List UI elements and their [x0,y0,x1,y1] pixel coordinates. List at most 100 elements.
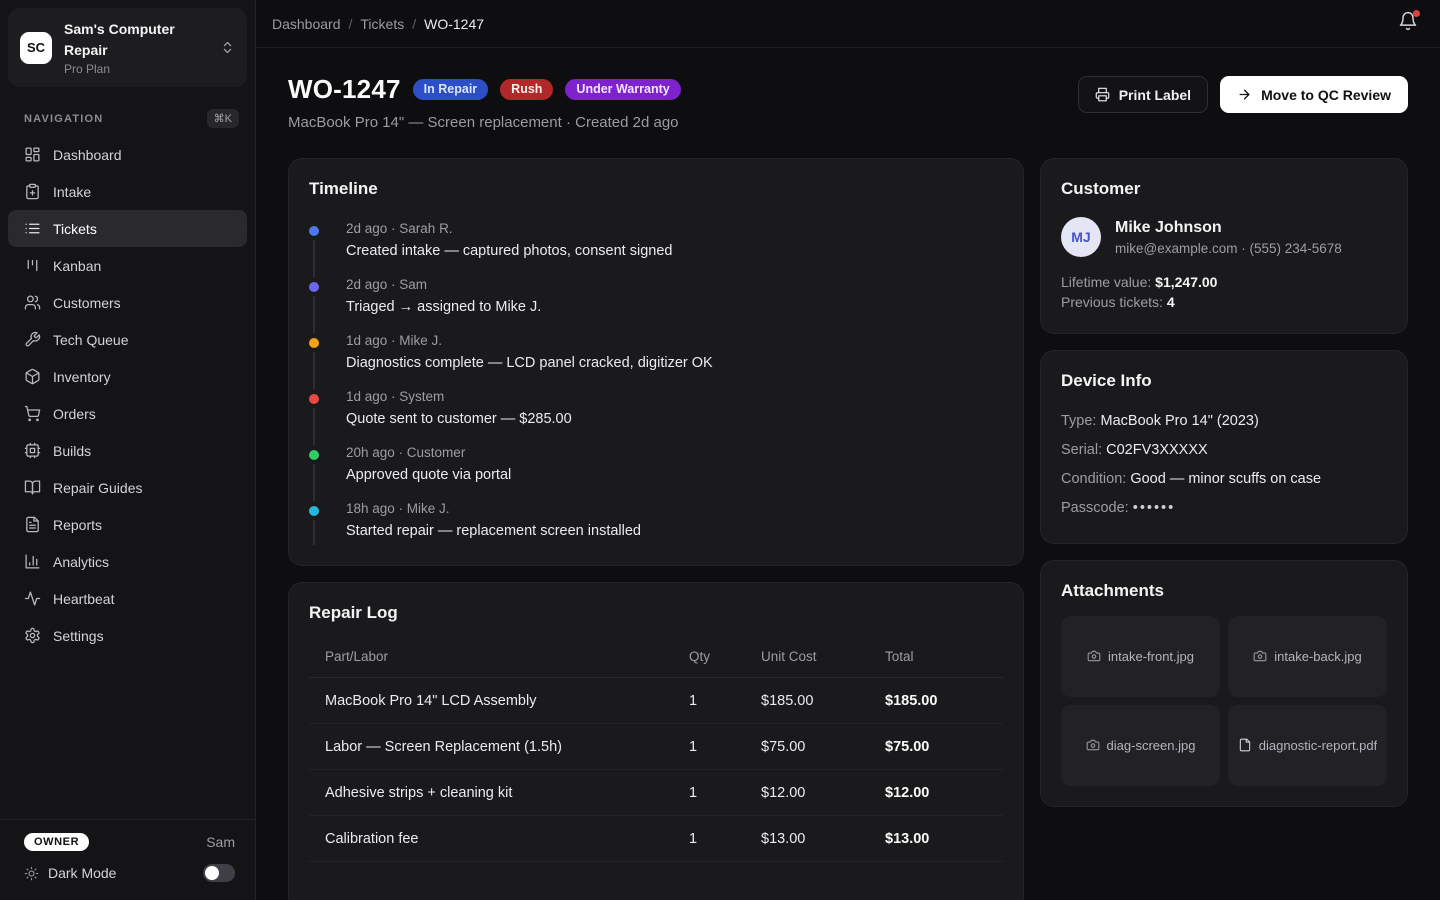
timeline-event: 1d ago · Mike J.Diagnostics complete — L… [309,333,1003,389]
timeline-title: Timeline [309,179,1003,199]
table-header-row: Part/Labor Qty Unit Cost Total [309,637,1003,678]
nav-label: Intake [53,184,91,200]
dashboard-icon [24,146,41,163]
sidebar-item-customers[interactable]: Customers [8,284,247,321]
print-label-text: Print Label [1119,87,1191,103]
cell-part: Labor — Screen Replacement (1.5h) [309,724,689,770]
attachment-diag-screen[interactable]: diag-screen.jpg [1061,705,1220,786]
breadcrumb-separator: / [412,16,416,32]
cell-part: Adhesive strips + cleaning kit [309,770,689,816]
sidebar-item-tech-queue[interactable]: Tech Queue [8,321,247,358]
table-row: Calibration fee 1 $13.00 $13.00 [309,816,1003,862]
sidebar-item-intake[interactable]: Intake [8,173,247,210]
column-part-labor: Part/Labor [309,637,689,678]
sidebar-item-tickets[interactable]: Tickets [8,210,247,247]
table-row: Labor — Screen Replacement (1.5h) 1 $75.… [309,724,1003,770]
breadcrumb-current: WO-1247 [424,16,484,32]
nav-label: Tickets [53,221,97,237]
sidebar-item-kanban[interactable]: Kanban [8,247,247,284]
right-column: Customer MJ Mike Johnson mike@example.co… [1040,158,1408,807]
sidebar-spacer [0,654,255,819]
left-column: Timeline 2d ago · Sarah R.Created intake… [288,158,1024,900]
cell-qty: 1 [689,770,761,816]
cell-total: $13.00 [885,816,1003,862]
status-badge-rush: Rush [500,79,553,100]
notifications-button[interactable] [1398,11,1418,36]
package-icon [24,368,41,385]
move-to-qc-button[interactable]: Move to QC Review [1220,76,1408,113]
attachments-title: Attachments [1061,581,1387,601]
device-type-value: MacBook Pro 14" (2023) [1101,413,1259,429]
breadcrumb-dashboard[interactable]: Dashboard [272,16,341,32]
device-passcode-row: Passcode: •••••• [1061,494,1387,523]
device-info-title: Device Info [1061,371,1387,391]
status-badge-in-repair: In Repair [413,79,489,100]
sidebar-item-heartbeat[interactable]: Heartbeat [8,580,247,617]
topbar: Dashboard / Tickets / WO-1247 [256,0,1440,48]
dark-mode-label: Dark Mode [48,865,116,881]
timeline-dot [309,338,319,348]
sidebar-item-settings[interactable]: Settings [8,617,247,654]
timeline-event: 20h ago · CustomerApproved quote via por… [309,445,1003,501]
customer-stats: Lifetime value: $1,247.00 Previous ticke… [1061,272,1387,313]
ticket-subtitle: MacBook Pro 14" — Screen replacement · C… [288,114,681,131]
attachments-card: Attachments intake-front.jpg intake-back… [1040,560,1408,807]
camera-icon [1253,649,1267,663]
cell-unit-cost: $13.00 [761,816,885,862]
event-meta: 1d ago · System [346,389,572,404]
timeline-dot [309,226,319,236]
sidebar-item-inventory[interactable]: Inventory [8,358,247,395]
sidebar-item-repair-guides[interactable]: Repair Guides [8,469,247,506]
device-passcode-value: •••••• [1133,500,1175,516]
print-label-button[interactable]: Print Label [1078,76,1208,113]
event-meta: 20h ago · Customer [346,445,511,460]
breadcrumb-tickets[interactable]: Tickets [360,16,404,32]
event-meta: 1d ago · Mike J. [346,333,713,348]
timeline-dot [309,506,319,516]
timeline-event: 2d ago · Sarah R.Created intake — captur… [309,221,1003,277]
column-total: Total [885,637,1003,678]
page-content: WO-1247 In Repair Rush Under Warranty Ma… [256,48,1440,900]
nav-label: Customers [53,295,121,311]
previous-tickets-row: Previous tickets: 4 [1061,292,1387,312]
sidebar-item-analytics[interactable]: Analytics [8,543,247,580]
sidebar-item-reports[interactable]: Reports [8,506,247,543]
nav-section-header: NAVIGATION ⌘K [0,95,255,136]
timeline-event: 18h ago · Mike J.Started repair — replac… [309,501,1003,545]
camera-icon [1086,738,1100,752]
cell-total: $185.00 [885,678,1003,724]
printer-icon [1095,87,1110,102]
activity-icon [24,590,41,607]
cart-icon [24,405,41,422]
sidebar-item-builds[interactable]: Builds [8,432,247,469]
cell-part: Calibration fee [309,816,689,862]
timeline-dot [309,394,319,404]
workspace-switcher[interactable]: SC Sam's Computer Repair Pro Plan [8,8,247,87]
chevrons-up-down-icon [220,40,235,55]
toggle-knob [205,866,219,880]
repair-log-table: Part/Labor Qty Unit Cost Total MacBook P… [309,637,1003,862]
cell-total: $75.00 [885,724,1003,770]
attachment-intake-front[interactable]: intake-front.jpg [1061,616,1220,697]
move-to-qc-text: Move to QC Review [1261,87,1391,103]
attachment-name: diag-screen.jpg [1107,738,1196,753]
sidebar-item-orders[interactable]: Orders [8,395,247,432]
cell-qty: 1 [689,816,761,862]
nav-label: Settings [53,628,104,644]
cpu-icon [24,442,41,459]
attachment-intake-back[interactable]: intake-back.jpg [1228,616,1387,697]
gear-icon [24,627,41,644]
nav-label: Repair Guides [53,480,143,496]
command-palette-shortcut[interactable]: ⌘K [207,109,239,128]
sidebar-item-dashboard[interactable]: Dashboard [8,136,247,173]
cell-total: $12.00 [885,770,1003,816]
org-name: Sam's Computer Repair [64,19,192,61]
timeline-connector [313,520,315,545]
column-qty: Qty [689,637,761,678]
cell-unit-cost: $12.00 [761,770,885,816]
dark-mode-toggle[interactable] [203,864,235,882]
nav-label: Analytics [53,554,109,570]
attachment-diagnostic-report[interactable]: diagnostic-report.pdf [1228,705,1387,786]
file-text-icon [24,516,41,533]
event-meta: 2d ago · Sarah R. [346,221,672,236]
